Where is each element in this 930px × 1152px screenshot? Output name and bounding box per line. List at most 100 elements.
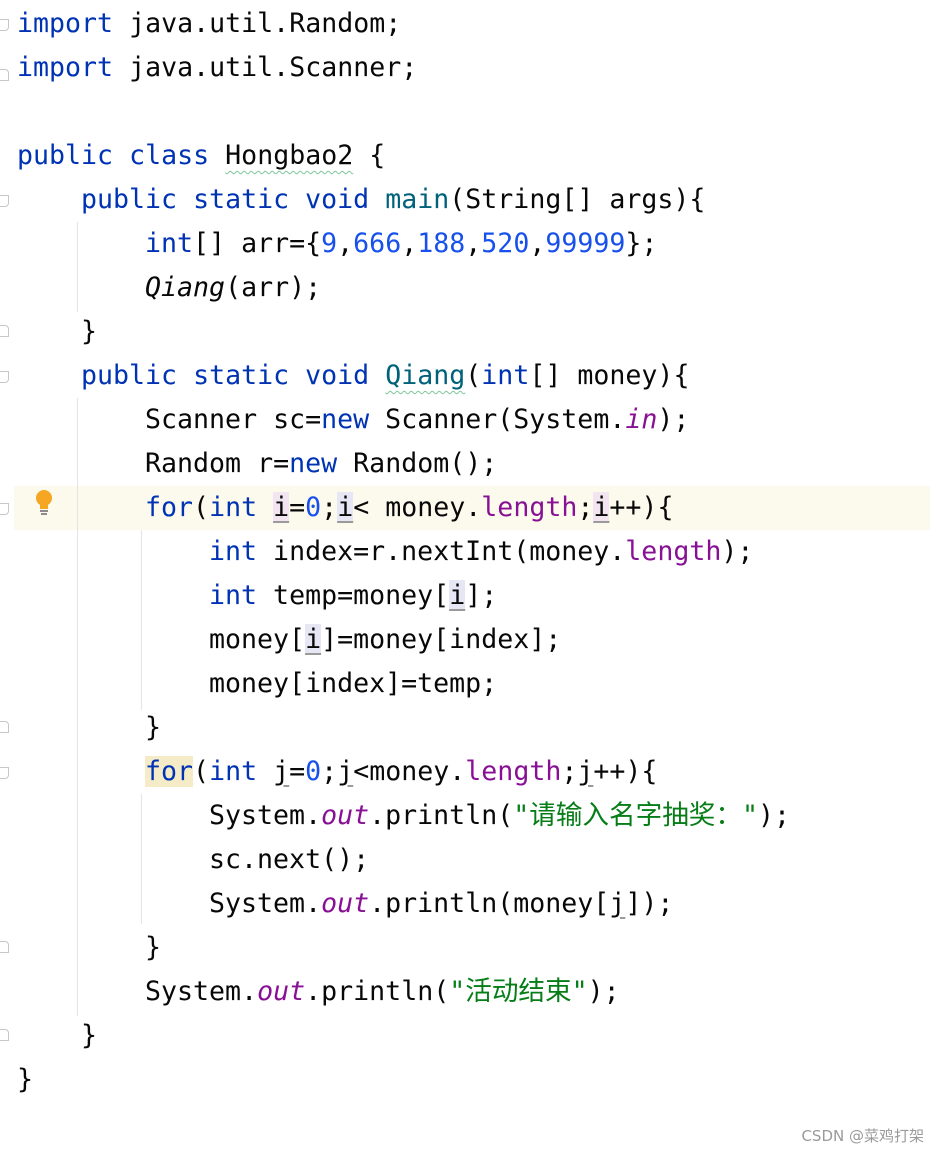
closing-brace: } [145,712,162,743]
code-text: temp=money[ [257,580,450,611]
code-editor[interactable]: import java.util.Random; import java.uti… [0,0,930,1152]
code-line-6: int[] arr={9,666,188,520,99999}; [145,222,657,266]
method-name: Qiang [385,360,466,391]
code-text: ]); [625,888,674,919]
code-line-1: import java.util.Random; [17,2,401,46]
code-text: sc.next(); [209,844,370,875]
number-literal: 0 [305,756,322,787]
code-text: < money. [353,492,482,523]
code-text: , [529,228,546,259]
code-line-22: } [145,926,161,970]
code-text: System. [145,976,258,1007]
static-field: out [257,976,306,1007]
code-text: <money. [353,756,466,787]
code-text: Random(); [337,448,498,479]
variable-i: i [337,492,354,523]
import-path: java.util.Scanner; [113,52,418,83]
fold-marker-icon[interactable] [0,325,9,337]
code-text: ; [577,492,594,523]
method-name: main [385,184,450,215]
code-text: .println(money[ [369,888,610,919]
code-line-23: System.out.println("活动结束"); [145,970,620,1014]
static-field: out [321,800,370,831]
lightbulb-icon[interactable] [34,489,54,517]
code-line-13: int index=r.nextInt(money.length); [209,530,753,574]
code-text: ); [587,976,620,1007]
code-line-24: } [81,1014,97,1058]
keyword-for: for [145,492,194,523]
code-line-17: } [145,706,161,750]
code-text: money[ [209,624,306,655]
code-text: (String[] args){ [449,184,706,215]
field-length: length [465,756,562,787]
variable-j: j [337,756,354,787]
code-text: System. [209,888,322,919]
code-text: .println( [369,800,514,831]
keyword-int: int [145,228,194,259]
code-line-2: import java.util.Scanner; [17,46,417,90]
code-line-25: } [17,1058,33,1102]
code-text: = [289,756,306,787]
static-field: out [321,888,370,919]
code-text: ++){ [593,756,658,787]
code-line-5: public static void main(String[] args){ [81,178,705,222]
code-text: [] arr={ [193,228,322,259]
code-text: }; [625,228,658,259]
closing-brace: } [81,316,98,347]
keyword-modifiers: public static void [81,184,370,215]
code-text: ( [193,492,210,523]
watermark: CSDN @菜鸡打架 [801,1127,924,1145]
fold-marker-icon[interactable] [0,941,9,953]
code-line-10: Scanner sc=new Scanner(System.in); [145,398,689,442]
variable-j: j [577,756,594,787]
code-line-20: sc.next(); [209,838,369,882]
indent-guide [141,794,142,924]
fold-marker-icon[interactable] [0,767,9,779]
code-line-19: System.out.println("请输入名字抽奖："); [209,794,790,838]
closing-brace: } [17,1064,34,1095]
variable-i: i [305,624,322,655]
class-name: Hongbao2 [225,140,354,171]
keyword-public: public [17,140,114,171]
code-text: [] money){ [529,360,690,391]
code-text: { [353,140,386,171]
fold-marker-icon[interactable] [0,721,9,733]
import-path: java.util.Random; [113,8,402,39]
fold-marker-icon[interactable] [0,195,9,207]
keyword-for: for [145,756,194,787]
code-line-11: Random r=new Random(); [145,442,497,486]
keyword-int: int [481,360,530,391]
code-line-12: for(int i=0;i< money.length;i++){ [145,486,673,530]
keyword-new: new [289,448,338,479]
static-method-call: Qiang [145,272,226,303]
fold-marker-icon[interactable] [0,19,9,31]
code-text: System. [209,800,322,831]
indent-guide [77,398,78,1016]
code-text: (arr); [225,272,322,303]
closing-brace: } [145,932,162,963]
code-text: ( [193,756,210,787]
code-line-7: Qiang(arr); [145,266,321,310]
code-line-4: public class Hongbao2 { [17,134,385,178]
code-text: Scanner sc= [145,404,322,435]
code-line-15: money[i]=money[index]; [209,618,561,662]
variable-j: j [609,888,626,919]
keyword-new: new [321,404,370,435]
code-text: ); [758,800,791,831]
fold-marker-icon[interactable] [0,503,9,515]
code-text: , [401,228,418,259]
fold-marker-icon[interactable] [0,1029,9,1041]
code-text: ( [465,360,482,391]
fold-marker-icon[interactable] [0,69,9,81]
field-length: length [625,536,722,567]
number-literal: 99999 [545,228,626,259]
variable-i: i [593,492,610,523]
fold-marker-icon[interactable] [0,371,9,383]
number-literal: 0 [305,492,322,523]
code-text: , [465,228,482,259]
keyword-modifiers: public static void [81,360,370,391]
code-line-14: int temp=money[i]; [209,574,497,618]
code-text: , [337,228,354,259]
code-text: ); [657,404,690,435]
